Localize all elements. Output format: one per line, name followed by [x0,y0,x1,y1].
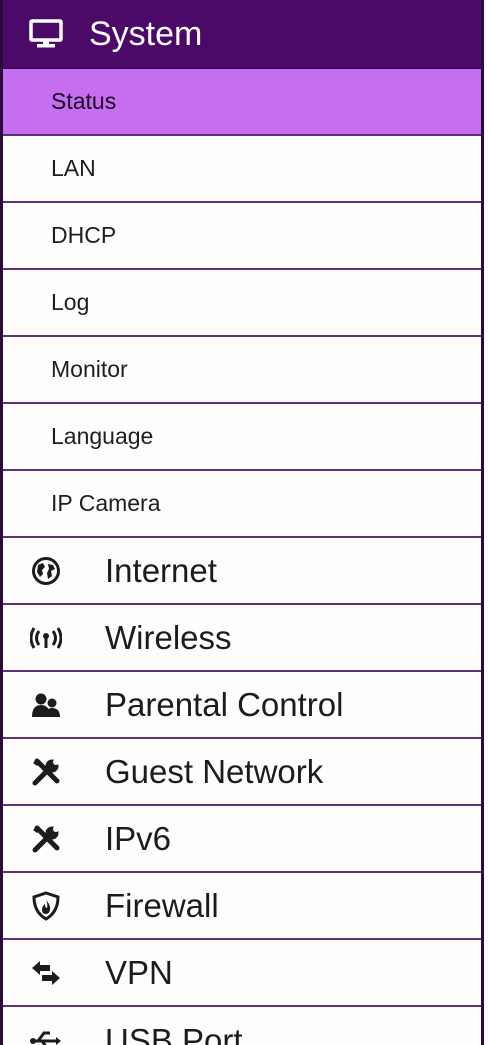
tools-icon [27,757,65,787]
sidebar-item-dhcp[interactable]: DHCP [3,203,481,270]
sidebar-item-label: Status [51,88,117,114]
menu-item-label: Guest Network [105,752,324,790]
wireless-icon [27,625,65,651]
menu-item-internet[interactable]: Internet [3,538,481,605]
menu-header-system[interactable]: System [3,0,481,69]
sidebar-item-lan[interactable]: LAN [3,136,481,203]
sidebar-item-ip-camera[interactable]: IP Camera [3,471,481,538]
menu-header-label: System [89,14,203,53]
menu-item-label: USB Port [105,1021,243,1045]
menu-item-label: Internet [105,551,217,589]
sidebar-item-label: DHCP [51,222,117,248]
menu-item-firewall[interactable]: Firewall [3,873,481,940]
sidebar-item-label: Language [51,423,154,449]
menu-item-label: VPN [105,953,173,991]
sidebar-item-label: Monitor [51,356,128,382]
sidebar-item-label: LAN [51,155,96,181]
sidebar-item-label: IP Camera [51,490,161,516]
menu-item-label: Wireless [105,618,232,656]
sidebar-item-monitor[interactable]: Monitor [3,337,481,404]
menu-item-ipv6[interactable]: IPv6 [3,806,481,873]
sidebar-item-status[interactable]: Status [3,69,481,136]
sidebar-item-log[interactable]: Log [3,270,481,337]
menu-item-label: Firewall [105,886,219,924]
menu-item-vpn[interactable]: VPN [3,940,481,1007]
menu-item-label: IPv6 [105,819,172,857]
sidebar-item-label: Log [51,289,90,315]
tools-icon [27,824,65,854]
exchange-icon [27,959,65,987]
sidebar-menu: System Status LAN DHCP Log Monitor Langu… [0,0,484,1045]
menu-item-wireless[interactable]: Wireless [3,605,481,672]
shield-icon [27,890,65,921]
menu-item-guest-network[interactable]: Guest Network [3,739,481,806]
menu-item-usb-port[interactable]: USB Port [3,1007,481,1045]
monitor-icon [29,19,69,49]
menu-item-label: Parental Control [105,685,344,723]
globe-icon [27,556,65,586]
usb-icon [27,1027,65,1045]
users-icon [27,692,65,718]
menu-item-parental-control[interactable]: Parental Control [3,672,481,739]
sidebar-item-language[interactable]: Language [3,404,481,471]
